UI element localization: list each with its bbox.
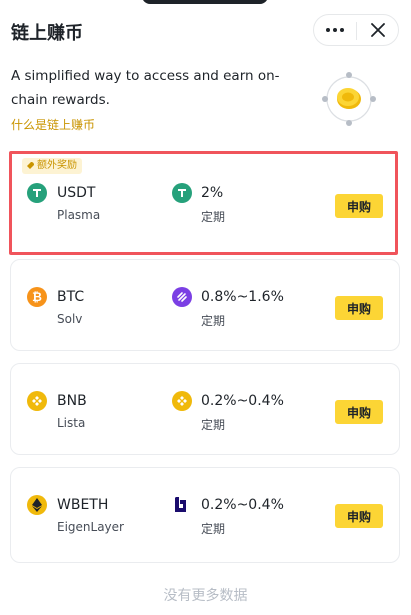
what-is-onchain-earn-link[interactable]: 什么是链上赚币 xyxy=(11,116,95,133)
header: 链上赚币 xyxy=(0,14,411,50)
asset-name: WBETH xyxy=(57,497,109,513)
apr-rate: 0.8%~1.6% xyxy=(201,289,284,305)
eigenlayer-icon xyxy=(175,497,186,512)
asset-name: USDT xyxy=(57,185,96,201)
status-notch xyxy=(142,0,268,4)
subscribe-button[interactable]: 申购 xyxy=(335,194,383,218)
solv-icon xyxy=(172,287,192,307)
apr-rate: 2% xyxy=(201,185,224,201)
wbeth-icon xyxy=(27,495,47,515)
more-button[interactable] xyxy=(314,15,356,45)
product-card-btc[interactable]: ₿ BTC Solv 0.8%~1.6% 定期 申购 xyxy=(10,259,400,351)
product-card-wbeth[interactable]: WBETH EigenLayer 0.2%~0.4% 定期 申购 xyxy=(10,467,400,563)
subscribe-button[interactable]: 申购 xyxy=(335,400,383,424)
subscribe-button[interactable]: 申购 xyxy=(335,504,383,528)
no-more-data-text: 没有更多数据 xyxy=(163,588,248,604)
term-type: 定期 xyxy=(201,418,226,432)
page-title: 链上赚币 xyxy=(11,23,83,44)
asset-network: EigenLayer xyxy=(57,520,124,534)
asset-name: BTC xyxy=(57,289,85,305)
more-dots-icon xyxy=(326,28,344,32)
tether-icon xyxy=(172,183,192,203)
asset-network: Solv xyxy=(57,312,83,326)
tether-icon xyxy=(27,183,47,203)
intro-description: A simplified way to access and earn on-c… xyxy=(11,68,280,108)
product-card-bnb[interactable]: BNB Lista 0.2%~0.4% 定期 申购 xyxy=(10,363,400,455)
close-button[interactable] xyxy=(357,15,399,45)
product-card-usdt[interactable]: 额外奖励 USDT Plasma 2% 定期 申购 xyxy=(9,151,398,255)
extra-reward-badge: 额外奖励 xyxy=(22,158,82,174)
apr-rate: 0.2%~0.4% xyxy=(201,393,284,409)
bnb-icon xyxy=(172,391,192,411)
bnb-icon xyxy=(27,391,47,411)
subscribe-button[interactable]: 申购 xyxy=(335,296,383,320)
close-icon xyxy=(371,23,385,37)
apr-rate: 0.2%~0.4% xyxy=(201,497,284,513)
term-type: 定期 xyxy=(201,522,226,536)
term-type: 定期 xyxy=(201,314,226,328)
bitcoin-icon: ₿ xyxy=(27,287,47,307)
rocket-icon xyxy=(27,162,34,169)
asset-name: BNB xyxy=(57,393,87,409)
onchain-coin-illustration xyxy=(322,72,376,126)
asset-network: Plasma xyxy=(57,208,101,222)
term-type: 定期 xyxy=(201,210,226,224)
miniapp-capsule xyxy=(313,14,399,46)
asset-network: Lista xyxy=(57,416,86,430)
badge-label: 额外奖励 xyxy=(37,160,77,171)
